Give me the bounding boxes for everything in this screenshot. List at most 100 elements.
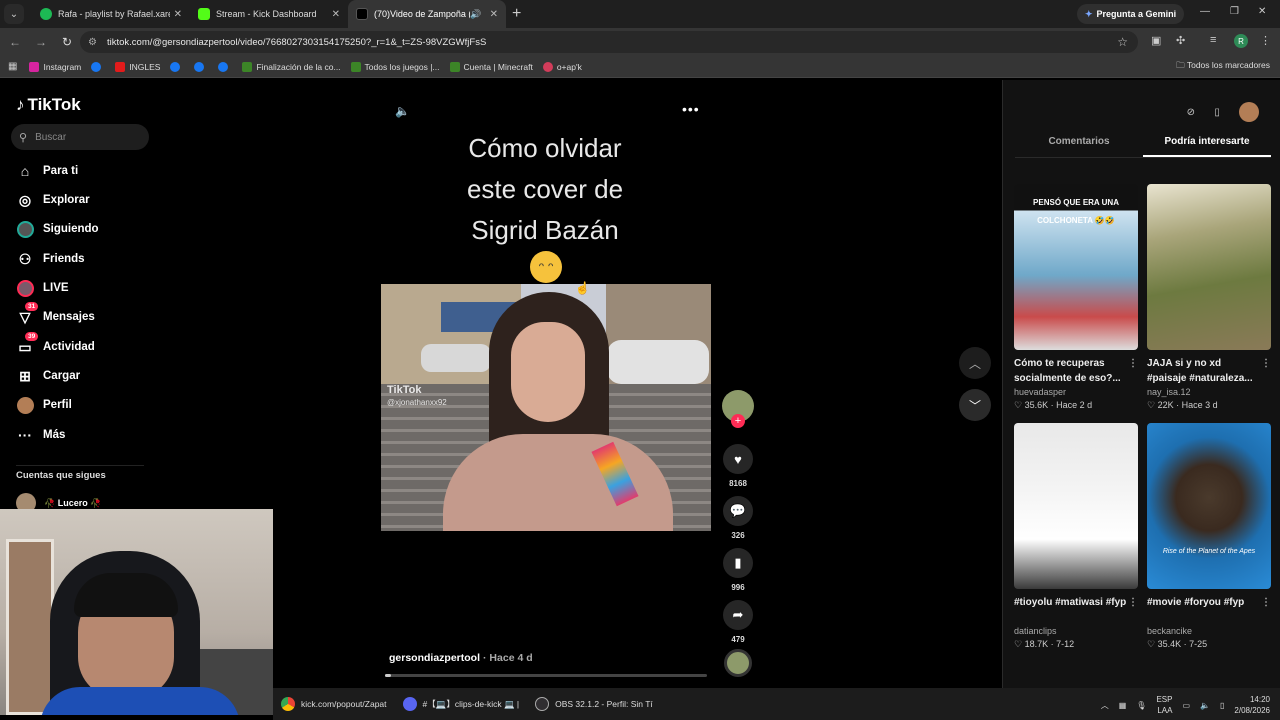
bookmark-facebook[interactable]	[170, 61, 184, 72]
video-caption: Cómo olvidar este cover de Sigrid Bazán	[380, 128, 710, 251]
browser-tab[interactable]: Rafa - playlist by Rafael.xared | ✕	[32, 0, 190, 28]
url-text: tiktok.com/@gersondiazpertool/video/7668…	[106, 36, 487, 48]
comment-button[interactable]: 💬 326	[722, 496, 754, 540]
like-button[interactable]: ♥ 8168	[722, 444, 754, 488]
clock-date: 2/08/2026	[1234, 706, 1270, 715]
microphone-icon[interactable]: 🎙	[1136, 701, 1146, 710]
card-menu-icon[interactable]: ⋮	[1261, 595, 1271, 610]
author-name[interactable]: gersondiazpertool	[389, 652, 480, 664]
language-indicator[interactable]: ESP LAA	[1156, 694, 1172, 716]
clock[interactable]: 14:20 2/08/2026	[1234, 694, 1270, 716]
video-thumbnail[interactable]: Rise of the Planet of the Apes	[1147, 423, 1271, 589]
suggested-video-card[interactable]: PENSÓ QUE ERA UNA COLCHONETA 🤣🤣 Cómo te …	[1014, 184, 1138, 411]
address-toolbar: ← → ↻ ⚙ tiktok.com/@gersondiazpertool/vi…	[0, 28, 1280, 56]
sidebar-item-live[interactable]: LIVE	[16, 279, 69, 297]
sidebar-item-perfil[interactable]: Perfil	[16, 396, 72, 414]
bookmark-facebook[interactable]	[218, 61, 232, 72]
tab-audio-icon[interactable]: 🔊	[470, 9, 481, 20]
suggested-video-card[interactable]: #tioyolu #matiwasi #fyp ⋮ datianclips ♡ 1…	[1014, 423, 1138, 650]
network-icon[interactable]: ▭	[1182, 701, 1190, 710]
previous-video-button[interactable]: ︿	[959, 347, 991, 379]
tab-podria-interesarte[interactable]: Podría interesarte	[1143, 136, 1271, 157]
card-user[interactable]: nay_isa.12	[1147, 387, 1271, 397]
taskbar-app-chrome[interactable]: kick.com/popout/Zapat	[281, 697, 387, 711]
bookmark-minecraft[interactable]: Cuenta | Minecraft	[449, 61, 533, 72]
close-window-icon[interactable]: ✕	[1258, 6, 1266, 17]
apps-grid-icon[interactable]: ▦	[8, 61, 17, 72]
card-user[interactable]: beckancike	[1147, 626, 1271, 636]
sidebar-item-friends[interactable]: ⚇ Friends	[16, 250, 85, 268]
back-icon[interactable]: ←	[4, 35, 26, 49]
compass-icon[interactable]: ⊘	[1187, 107, 1195, 118]
video-progress-bar[interactable]	[385, 674, 707, 677]
suggested-video-card[interactable]: JAJA si y no xd #paisaje #naturaleza... ⋮…	[1147, 184, 1271, 411]
bookmark-instagram[interactable]: Instagram	[29, 61, 81, 72]
bookmark-oapk[interactable]: o+ap'k	[542, 61, 582, 72]
device-icon[interactable]: ▯	[1214, 107, 1220, 118]
activity-badge: 39	[25, 332, 39, 341]
extensions-icon[interactable]: ✣	[1176, 34, 1185, 47]
new-tab-button[interactable]: +	[512, 5, 521, 23]
avatar[interactable]	[1239, 102, 1260, 122]
reading-list-icon[interactable]: ≡	[1210, 34, 1216, 46]
sidebar-item-mensajes[interactable]: ▽ 31 Mensajes	[16, 302, 95, 326]
volume-icon[interactable]: 🔈	[1200, 701, 1210, 710]
bookmark-star-icon[interactable]: ☆	[1117, 35, 1128, 49]
card-menu-icon[interactable]: ⋮	[1128, 356, 1138, 371]
next-video-button[interactable]: ﹀	[959, 389, 991, 421]
share-button[interactable]: ➦ 479	[722, 600, 754, 644]
sidebar-item-actividad[interactable]: ▭ 39 Actividad	[16, 332, 95, 356]
media-icon[interactable]: ▣	[1151, 34, 1161, 47]
volume-icon[interactable]: 🔈	[395, 104, 410, 118]
search-input[interactable]: ⚲ Buscar	[11, 124, 149, 150]
card-menu-icon[interactable]: ⋮	[1261, 356, 1271, 371]
video-player[interactable]: TikTok @xjonathanxx92	[381, 284, 711, 531]
taskbar-app-discord[interactable]: #【💻】clips-de-kick 💻 |	[402, 697, 519, 711]
close-tab-icon[interactable]: ✕	[490, 9, 498, 20]
site-info-icon[interactable]: ⚙	[88, 37, 97, 48]
bookmark-all-games[interactable]: Todos los juegos |...	[350, 61, 440, 72]
sidebar-item-mas[interactable]: ··· Más	[16, 426, 65, 444]
sidebar-item-para-ti[interactable]: ⌂ Para ti	[16, 162, 78, 180]
suggested-video-card[interactable]: Rise of the Planet of the Apes #movie #f…	[1147, 423, 1271, 650]
card-user[interactable]: datianclips	[1014, 626, 1138, 636]
taskbar-app-label: kick.com/popout/Zapat	[301, 699, 387, 709]
profile-avatar[interactable]: R	[1234, 34, 1248, 48]
minimize-icon[interactable]: —	[1200, 6, 1210, 17]
follow-plus-icon[interactable]: +	[731, 414, 745, 428]
card-user[interactable]: huevadasper	[1014, 387, 1138, 397]
sidebar-item-explorar[interactable]: ◎ Explorar	[16, 191, 90, 209]
sidebar-item-cargar[interactable]: ⊞ Cargar	[16, 367, 80, 385]
taskbar-app-obs[interactable]: OBS 32.1.2 - Perfil: Sin Tí	[535, 697, 653, 711]
video-thumbnail[interactable]: PENSÓ QUE ERA UNA COLCHONETA 🤣🤣	[1014, 184, 1138, 350]
restore-icon[interactable]: ❐	[1230, 6, 1239, 17]
gemini-button[interactable]: ✦ Pregunta a Gemini	[1077, 4, 1185, 24]
forward-icon[interactable]: →	[30, 35, 52, 49]
all-bookmarks-folder[interactable]: 🗀 Todos los marcadores	[1176, 60, 1270, 74]
bookmark-xbox-achievements[interactable]: Finalización de la co...	[242, 61, 341, 72]
bookmark-facebook[interactable]	[91, 61, 105, 72]
close-tab-icon[interactable]: ✕	[332, 9, 340, 20]
video-thumbnail[interactable]	[1014, 423, 1138, 589]
browser-tab-active[interactable]: (70)Video de Zampoña (@g 🔊 ✕	[348, 0, 506, 28]
url-bar[interactable]: ⚙ tiktok.com/@gersondiazpertool/video/76…	[80, 31, 1138, 53]
bookmark-ingles[interactable]: INGLES	[115, 61, 160, 72]
app-tray-icon[interactable]: ▦	[1119, 701, 1127, 710]
tab-comentarios[interactable]: Comentarios	[1015, 136, 1143, 157]
menu-kebab-icon[interactable]: ⋮	[1260, 34, 1271, 47]
more-options-icon[interactable]: •••	[682, 101, 700, 117]
sidebar-item-siguiendo[interactable]: Siguiendo	[16, 220, 99, 238]
reload-icon[interactable]: ↻	[56, 35, 78, 49]
tab-search-button[interactable]: ⌄	[4, 4, 24, 24]
bookmark-facebook[interactable]	[194, 61, 208, 72]
close-tab-icon[interactable]: ✕	[174, 9, 182, 20]
browser-tab[interactable]: Stream - Kick Dashboard ✕	[190, 0, 348, 28]
chevron-up-icon[interactable]: ︿	[1101, 700, 1109, 711]
sound-disc-icon[interactable]	[724, 649, 752, 677]
battery-icon[interactable]: ▯	[1220, 701, 1224, 710]
tiktok-logo[interactable]: ♪ TikTok	[16, 95, 81, 115]
card-menu-icon[interactable]: ⋮	[1128, 595, 1138, 610]
video-thumbnail[interactable]	[1147, 184, 1271, 350]
save-button[interactable]: ▮ 996	[722, 548, 754, 592]
video-author[interactable]: gersondiazpertool · Hace 4 d	[389, 652, 533, 664]
